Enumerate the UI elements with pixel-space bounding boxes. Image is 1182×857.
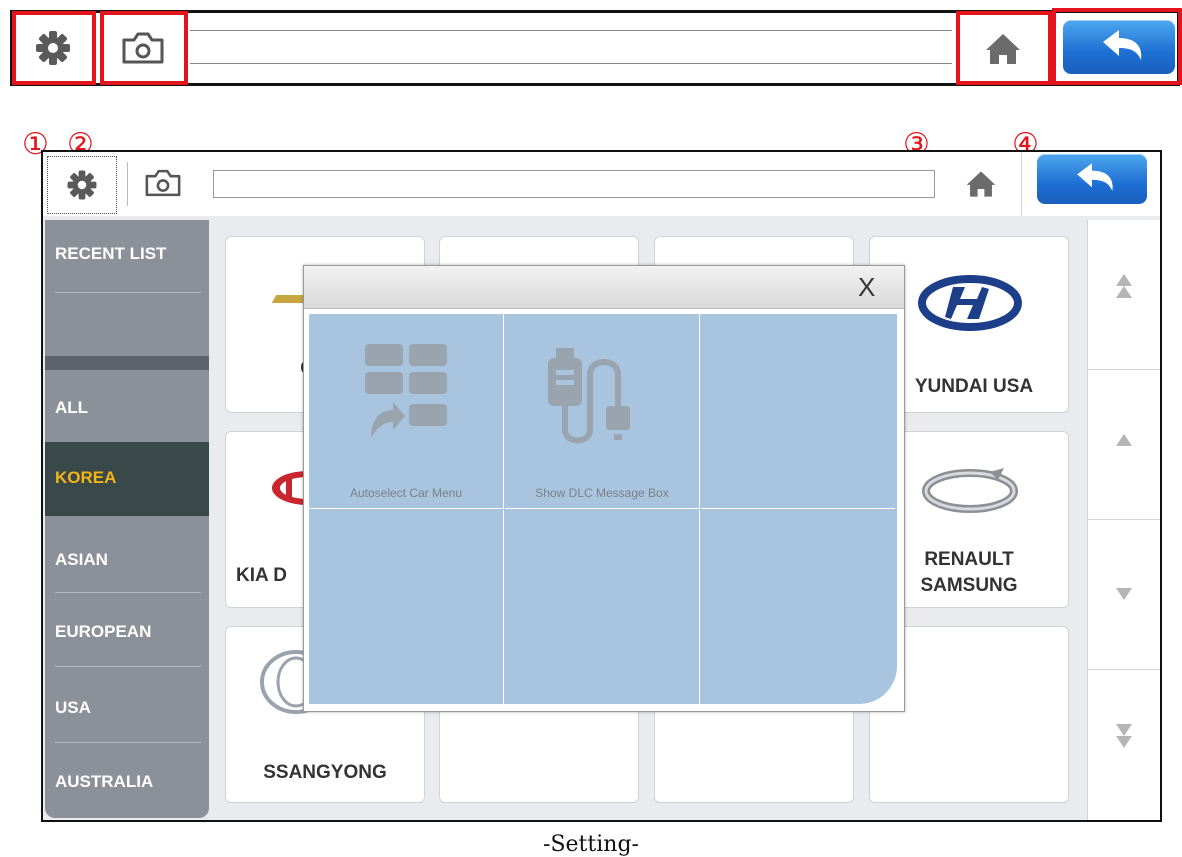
back-arrow-icon [1077, 163, 1113, 192]
camera-icon [145, 169, 181, 197]
sidebar-item-korea[interactable]: KOREA [45, 442, 209, 516]
sidebar-item-label: KOREA [55, 468, 117, 487]
sidebar-item-usa[interactable]: USA [45, 698, 209, 718]
close-button[interactable]: X [858, 272, 875, 303]
settings-button[interactable] [47, 156, 117, 214]
divider [55, 292, 201, 293]
scroll-down-button[interactable] [1088, 520, 1160, 670]
search-bar[interactable] [213, 170, 935, 198]
app-screenshot: RECENT LIST ALL KOREA ASIAN EUROPEAN USA… [41, 150, 1162, 822]
sidebar-item-recent-list[interactable]: RECENT LIST [45, 244, 209, 264]
divider [127, 162, 128, 206]
empty-option [701, 510, 895, 704]
card-label: SSANGYONG [263, 762, 387, 783]
gear-icon [67, 170, 97, 200]
sidebar-item-all[interactable]: ALL [45, 398, 209, 418]
sidebar-item-asian[interactable]: ASIAN [45, 550, 209, 570]
back-arrow-icon [1103, 30, 1142, 60]
card-label: YUNDAI USA [914, 376, 1034, 397]
up-arrow-icon [1116, 434, 1132, 446]
home-button[interactable] [983, 30, 1023, 68]
dlc-connector-icon [548, 348, 630, 444]
renault-samsung-logo [922, 468, 1018, 513]
autoselect-car-menu-option[interactable]: Autoselect Car Menu [309, 314, 504, 509]
figure-caption: -Setting- [543, 832, 639, 857]
divider [1021, 152, 1022, 216]
option-label: Show DLC Message Box [535, 486, 669, 500]
sidebar-item-european[interactable]: EUROPEAN [45, 622, 209, 642]
kia-logo [272, 471, 308, 505]
option-label: Autoselect Car Menu [349, 486, 463, 500]
show-dlc-message-box-option[interactable]: Show DLC Message Box [505, 314, 700, 509]
divider [55, 742, 201, 743]
settings-dialog: X Autoselect Car Menu Show DLC Message B… [303, 265, 905, 712]
home-button[interactable] [964, 168, 1000, 202]
divider [55, 592, 201, 593]
sidebar-splitter-handle[interactable] [45, 356, 209, 370]
page-up-icon [1116, 274, 1132, 298]
down-arrow-icon [1116, 588, 1132, 600]
settings-button[interactable] [33, 28, 73, 68]
gear-icon [36, 31, 70, 65]
screenshot-button[interactable] [143, 166, 189, 206]
region-scroll-controls [1087, 220, 1160, 820]
home-icon [986, 34, 1020, 64]
page-up-button[interactable] [1088, 220, 1160, 370]
home-icon [966, 171, 996, 197]
dialog-header [304, 266, 904, 309]
empty-option [505, 510, 700, 704]
settings-options-grid: Autoselect Car Menu Show DLC Message Box [309, 314, 897, 704]
autoselect-menu-icon [365, 344, 447, 438]
empty-option [309, 510, 504, 704]
divider [55, 666, 201, 667]
sidebar-item-australia[interactable]: AUSTRALIA [45, 772, 209, 792]
camera-icon [122, 32, 164, 64]
region-sidebar: RECENT LIST ALL KOREA ASIAN EUROPEAN USA… [45, 220, 209, 818]
back-button[interactable] [1063, 20, 1175, 74]
empty-option [701, 314, 895, 509]
page-down-icon [1116, 724, 1132, 748]
screenshot-button[interactable] [120, 28, 166, 68]
back-button[interactable] [1037, 154, 1147, 204]
scroll-up-button[interactable] [1088, 370, 1160, 520]
page-down-button[interactable] [1088, 670, 1160, 820]
search-bar[interactable] [190, 30, 952, 64]
hyundai-logo [918, 275, 1022, 331]
